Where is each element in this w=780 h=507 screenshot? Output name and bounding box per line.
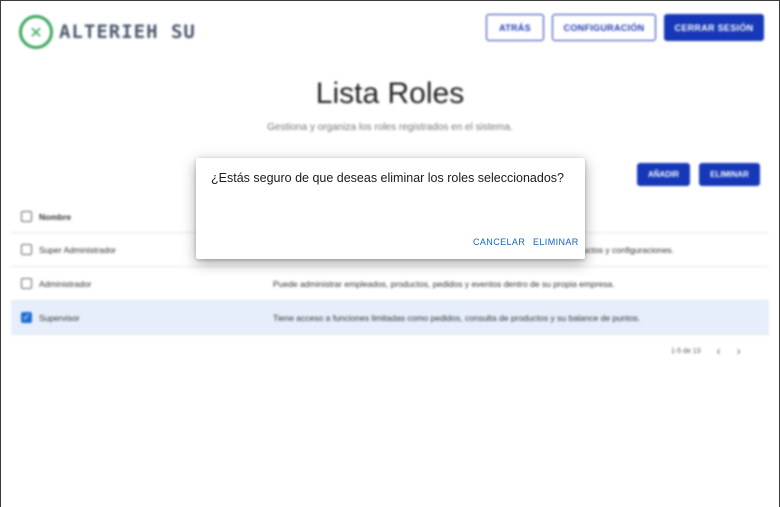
app-window: ✕ ALTERIEH SU ATRÁS CONFIGURACIÓN CERRAR… <box>1 1 779 507</box>
configuration-button[interactable]: CONFIGURACIÓN <box>552 14 656 41</box>
back-button[interactable]: ATRÁS <box>486 14 544 41</box>
add-button[interactable]: AÑADIR <box>637 163 690 186</box>
chevron-right-icon[interactable]: › <box>737 344 741 358</box>
dialog-message: ¿Estás seguro de que deseas eliminar los… <box>211 171 564 185</box>
role-description: Puede administrar empleados, productos, … <box>273 278 615 289</box>
logo-text: ALTERIEH SU <box>59 21 196 43</box>
role-name: Super Administrador <box>39 244 117 255</box>
page-subtitle: Gestiona y organiza los roles registrado… <box>267 122 513 133</box>
table-row[interactable]: ✓ Supervisor Tiene acceso a funciones li… <box>11 301 769 335</box>
column-header-name: Nombre <box>39 211 72 222</box>
role-name: Supervisor <box>39 312 80 323</box>
brand-logo: ✕ ALTERIEH SU <box>19 14 196 50</box>
delete-button[interactable]: ELIMINAR <box>699 163 760 186</box>
table-row[interactable]: Administrador Puede administrar empleado… <box>11 267 769 301</box>
role-name: Administrador <box>39 278 92 289</box>
pagination-range: 1-5 de 13 <box>671 347 701 355</box>
role-description: Tiene acceso a funciones limitadas como … <box>273 312 641 323</box>
select-all-checkbox[interactable] <box>21 211 32 222</box>
role-description: ductos y configuraciones. <box>578 244 674 255</box>
page-title: Lista Roles <box>315 77 465 110</box>
row-checkbox[interactable] <box>21 244 32 255</box>
row-checkbox[interactable] <box>21 278 32 289</box>
confirm-delete-dialog: ¿Estás seguro de que deseas eliminar los… <box>196 158 585 259</box>
pagination: 1-5 de 13 ‹ › <box>671 344 741 358</box>
row-checkbox-checked[interactable]: ✓ <box>21 312 32 323</box>
logout-button[interactable]: CERRAR SESIÓN <box>664 14 764 41</box>
confirm-delete-button[interactable]: ELIMINAR <box>533 237 579 247</box>
cancel-button[interactable]: CANCELAR <box>473 237 525 247</box>
chevron-left-icon[interactable]: ‹ <box>717 344 721 358</box>
x-logo-icon: ✕ <box>19 15 53 49</box>
